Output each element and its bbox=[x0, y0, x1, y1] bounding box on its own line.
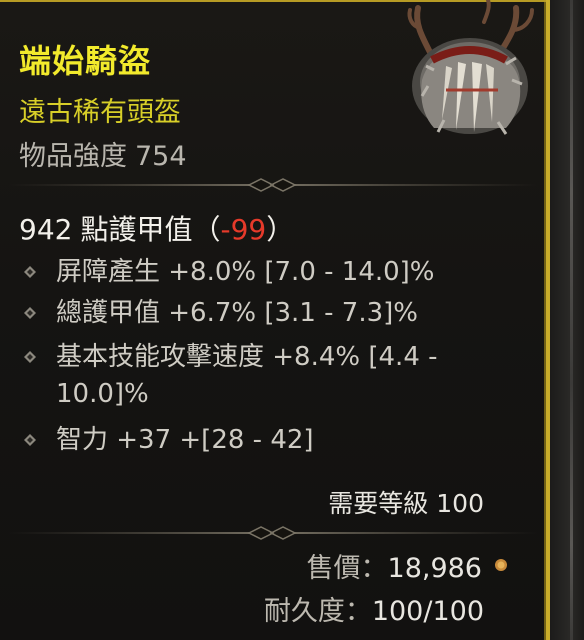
required-level-value: 100 bbox=[436, 489, 484, 518]
item-power: 物品強度 754 bbox=[19, 134, 187, 173]
durability-label: 耐久度： bbox=[263, 596, 372, 627]
affix-text: 總護甲值 +6.7% [3.1 - 7.3]% bbox=[56, 298, 418, 328]
required-level-label: 需要等級 bbox=[328, 489, 429, 518]
durability-value: 100/100 bbox=[371, 596, 484, 627]
item-type: 遠古稀有頭盔 bbox=[19, 97, 181, 128]
durability: 耐久度：100/100 bbox=[264, 589, 484, 628]
armor-value: 942 點護甲值（-99） bbox=[19, 208, 294, 248]
item-tooltip: 端始騎盜 遠古稀有頭盔 物品強度 754 942 點護甲值（-99） 屏障產生 … bbox=[0, 0, 550, 640]
armor-number: 942 bbox=[19, 213, 73, 246]
item-name: 端始騎盜 bbox=[19, 42, 152, 80]
item-power-value: 754 bbox=[135, 141, 187, 172]
affix-row: 智力 +37 +[28 - 42] bbox=[24, 422, 514, 459]
sell-price: 售價：18,986 bbox=[307, 546, 482, 585]
affix-text: 智力 +37 +[28 - 42] bbox=[56, 425, 314, 455]
affix-row: 屏障產生 +8.0% [7.0 - 14.0]% bbox=[24, 254, 514, 291]
affix-text: 基本技能攻擊速度 +8.4% [4.4 - 10.0]% bbox=[56, 342, 438, 409]
affix-row: 總護甲值 +6.7% [3.1 - 7.3]% bbox=[24, 295, 514, 332]
diamond-bullet-icon bbox=[24, 434, 36, 446]
window-side-frame bbox=[550, 0, 584, 640]
gold-coin-icon bbox=[495, 559, 507, 571]
affix-text: 屏障產生 +8.0% [7.0 - 14.0]% bbox=[56, 257, 435, 287]
armor-close-paren: ） bbox=[266, 213, 295, 246]
item-power-label: 物品強度 bbox=[19, 141, 127, 172]
armor-delta: -99 bbox=[220, 213, 267, 246]
sell-price-value: 18,986 bbox=[387, 553, 482, 584]
required-level: 需要等級 100 bbox=[328, 484, 484, 520]
helm-icon bbox=[407, 0, 534, 135]
armor-label: 點護甲值 bbox=[80, 213, 193, 246]
diamond-bullet-icon bbox=[24, 307, 36, 319]
affix-row: 基本技能攻擊速度 +8.4% [4.4 - 10.0]% bbox=[24, 339, 484, 413]
armor-open-paren: （ bbox=[192, 213, 221, 246]
diamond-bullet-icon bbox=[24, 266, 36, 278]
diamond-bullet-icon bbox=[24, 351, 36, 363]
sell-price-label: 售價： bbox=[306, 553, 388, 584]
section-divider bbox=[8, 526, 538, 540]
section-divider bbox=[8, 178, 538, 192]
